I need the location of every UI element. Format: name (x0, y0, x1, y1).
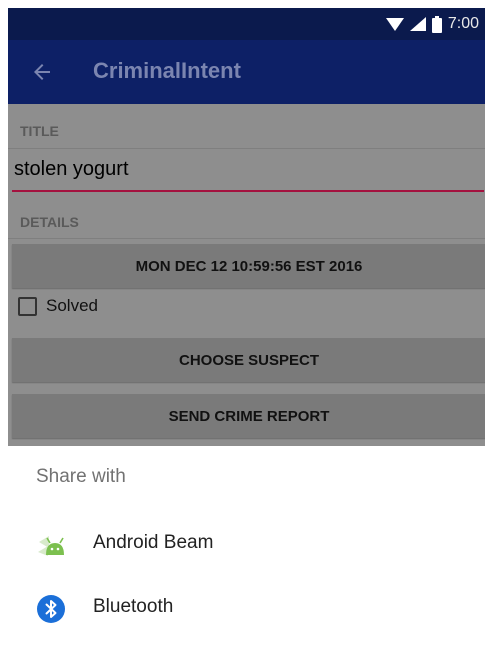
title-input-underline (12, 190, 484, 192)
choose-suspect-button[interactable]: CHOOSE SUSPECT (12, 338, 485, 382)
wifi-icon (385, 18, 404, 31)
solved-checkbox[interactable] (18, 296, 37, 316)
app-bar: CriminalIntent (8, 40, 485, 104)
divider (8, 238, 485, 239)
crime-title-input[interactable] (14, 154, 484, 184)
bluetooth-icon (37, 595, 65, 623)
status-bar: 7:00 (8, 8, 485, 40)
divider (8, 148, 485, 149)
share-item-label: Android Beam (93, 532, 214, 553)
send-crime-report-button[interactable]: SEND CRIME REPORT (12, 394, 485, 438)
status-time: 7:00 (447, 15, 479, 32)
crime-date-button[interactable]: MON DEC 12 10:59:56 EST 2016 (12, 244, 485, 288)
details-section-label: DETAILS (20, 214, 79, 230)
phone-screen: 7:00 CriminalIntent TITLE DETAILS MON DE… (8, 8, 485, 657)
share-sheet-header: Share with (36, 466, 126, 487)
back-arrow-icon[interactable] (30, 60, 54, 84)
solved-row[interactable]: Solved (18, 294, 98, 318)
share-sheet: Share with Android Beam Bluetooth (8, 446, 485, 657)
title-section-label: TITLE (20, 123, 59, 139)
share-item-android-beam[interactable]: Android Beam (8, 518, 485, 574)
signal-icon (409, 17, 426, 31)
status-icons: 7:00 (385, 14, 479, 34)
crime-form: TITLE DETAILS MON DEC 12 10:59:56 EST 20… (8, 104, 485, 446)
battery-icon (431, 15, 442, 33)
share-item-label: Bluetooth (93, 596, 174, 617)
android-beam-icon (38, 536, 64, 556)
share-item-bluetooth[interactable]: Bluetooth (8, 582, 485, 638)
solved-label: Solved (46, 296, 98, 315)
app-title: CriminalIntent (93, 58, 241, 83)
